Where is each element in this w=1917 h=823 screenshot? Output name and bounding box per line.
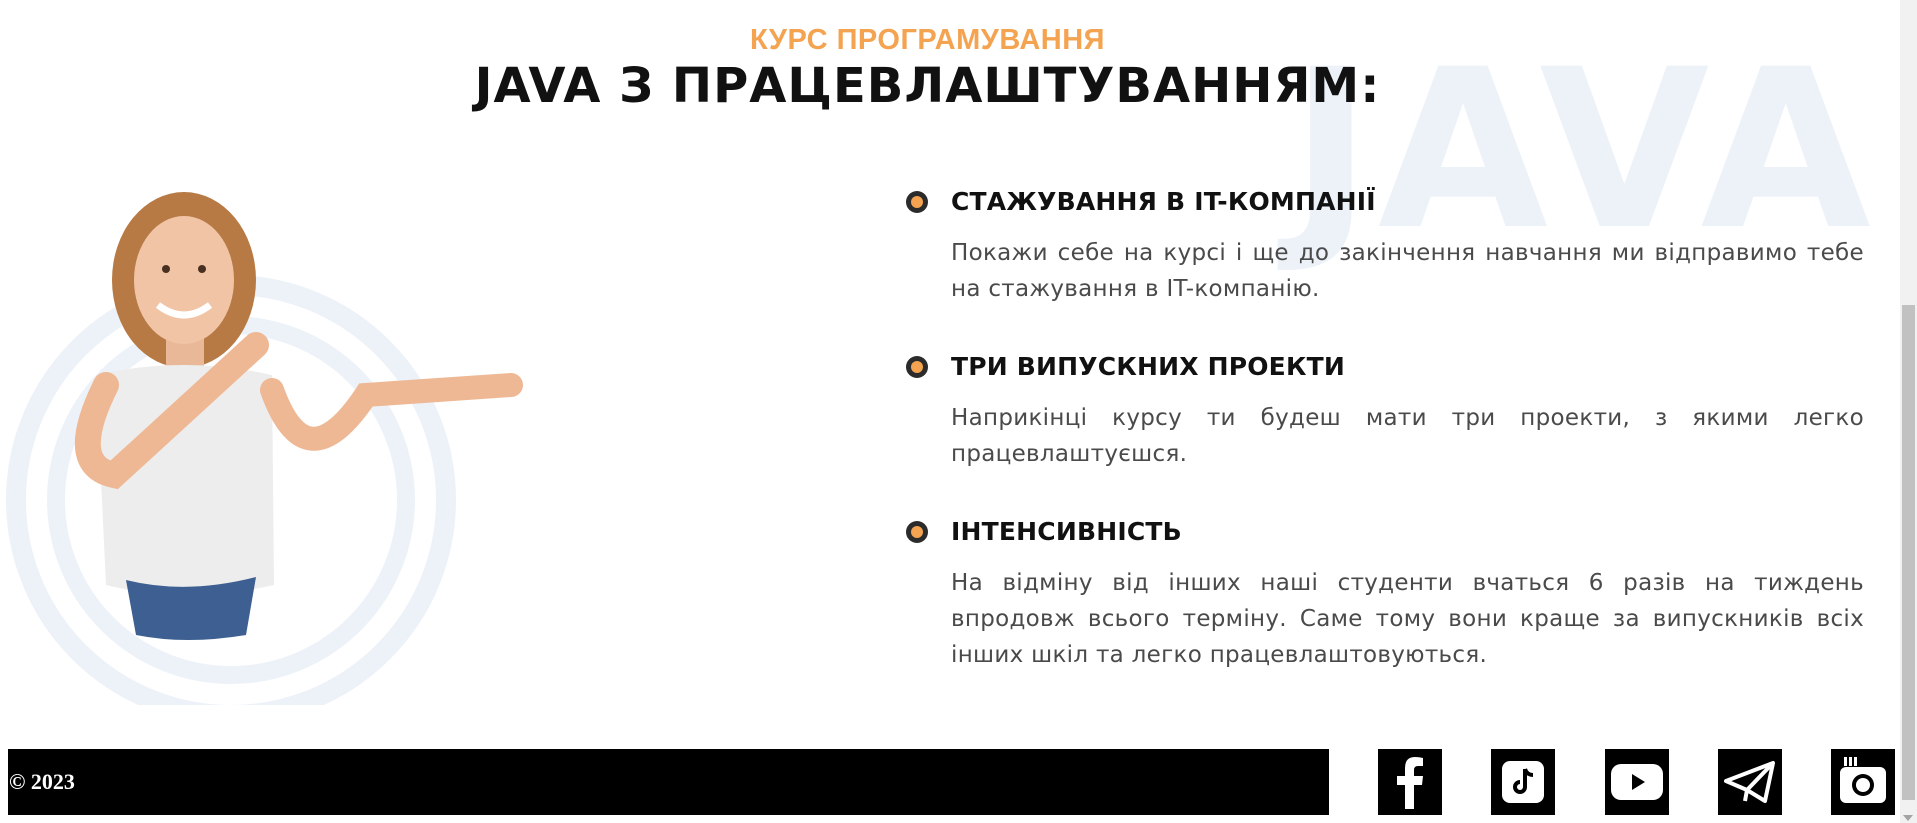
pointing-woman-image <box>6 185 526 725</box>
facebook-icon <box>1397 757 1423 809</box>
features-list: СТАЖУВАННЯ В IT-КОМПАНІЇ Покажи себе на … <box>900 185 1865 716</box>
section-title: JAVA З ПРАЦЕВЛАШТУВАННЯМ: <box>474 58 1381 114</box>
telegram-link[interactable] <box>1718 749 1782 815</box>
feature-item: ІНТЕНСИВНІСТЬ На відміну від інших наші … <box>900 515 1865 673</box>
feature-title: ТРИ ВИПУСКНИХ ПРОЕКТИ <box>951 352 1345 381</box>
feature-item: ТРИ ВИПУСКНИХ ПРОЕКТИ Наприкінці курсу т… <box>900 350 1865 472</box>
feature-text: Покажи себе на курсі і ще до закінчення … <box>951 240 1864 302</box>
facebook-link[interactable] <box>1378 749 1442 815</box>
page-scrollbar[interactable] <box>1900 0 1917 823</box>
tiktok-icon <box>1502 761 1544 803</box>
bullet-icon <box>906 191 928 213</box>
footer-bar: © 2023 <box>8 749 1329 815</box>
scrollbar-thumb[interactable] <box>1902 305 1915 800</box>
instagram-link[interactable] <box>1831 749 1895 815</box>
feature-title: СТАЖУВАННЯ В IT-КОМПАНІЇ <box>951 187 1376 216</box>
tiktok-link[interactable] <box>1491 749 1555 815</box>
feature-text: Наприкінці курсу ти будеш мати три проек… <box>951 405 1864 467</box>
scroll-down-arrow[interactable] <box>1903 815 1913 821</box>
youtube-icon <box>1611 764 1663 800</box>
bullet-icon <box>906 356 928 378</box>
youtube-link[interactable] <box>1605 749 1669 815</box>
telegram-icon <box>1724 761 1775 803</box>
feature-text: На відміну від інших наші студенти вчать… <box>951 570 1864 668</box>
copyright: © 2023 <box>9 769 75 794</box>
feature-item: СТАЖУВАННЯ В IT-КОМПАНІЇ Покажи себе на … <box>900 185 1865 307</box>
feature-title: ІНТЕНСИВНІСТЬ <box>951 517 1182 546</box>
instagram-icon <box>1840 757 1886 803</box>
section-subtitle: КУРС ПРОГРАМУВАННЯ <box>750 24 1105 56</box>
bullet-icon <box>906 521 928 543</box>
